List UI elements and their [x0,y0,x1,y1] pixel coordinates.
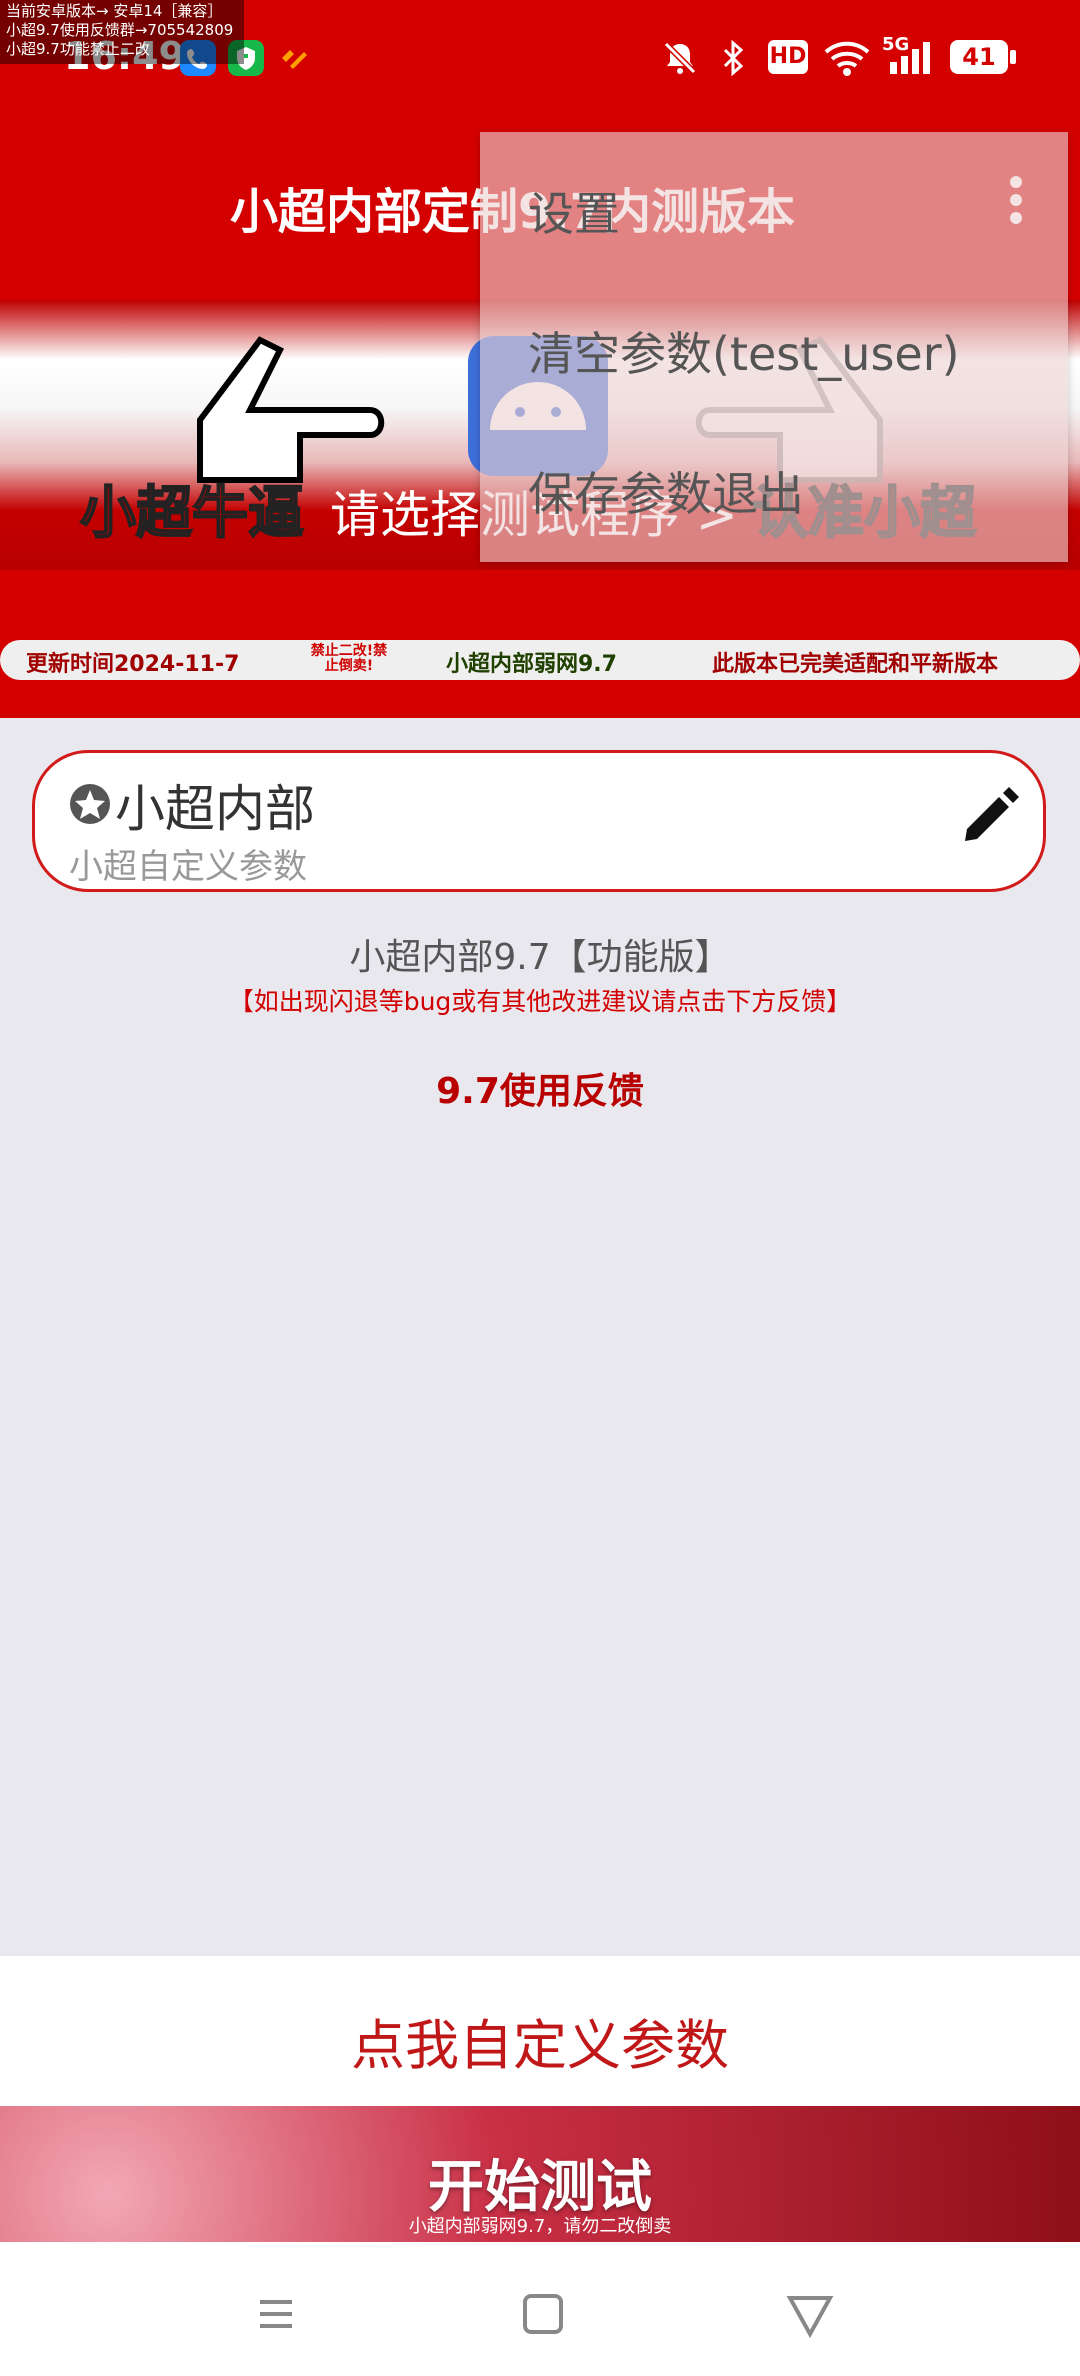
home-nav-icon[interactable] [513,2284,573,2344]
custom-params-button[interactable]: 点我自定义参数 [0,2001,1080,2080]
hd-badge: HD [768,40,808,74]
version-text: 小超内部9.7【功能版】 [349,937,731,978]
battery-level: 41 [962,43,996,71]
wifi-icon [824,41,870,76]
ticker-update-date: 更新时间2024-11-7 [26,652,240,677]
custom-params-bar[interactable]: 点我自定义参数 [0,1956,1080,2106]
bluetooth-icon [723,39,744,77]
status-bar: 16:49 当前安卓版本→ 安卓14［兼容］ 小超9.7使用反馈群→705542… [0,0,1080,100]
notice-line: 小超9.7使用反馈群→705542809 [6,21,234,39]
pointing-hand-right-icon [197,336,385,483]
param-title: 小超内部 [115,780,315,838]
menu-item-settings[interactable]: 设置 [528,178,620,244]
system-nav-bar [0,2242,1080,2376]
back-nav-icon[interactable] [780,2284,840,2344]
menu-item-clear-params[interactable]: 清空参数(test_user) [528,318,960,384]
menu-nav-icon[interactable] [246,2284,306,2344]
start-test-bar[interactable]: 开始测试 小超内部弱网9.7，请勿二改倒卖 [0,2106,1080,2242]
banner-ticker: 更新时间2024-11-7 禁止二改!禁止倒卖! 小超内部弱网9.7 此版本已完… [0,640,1080,680]
battery-icon: 41 [950,40,1008,74]
health-app-icon [276,40,312,76]
overflow-menu: 设置 清空参数(test_user) 保存参数退出 [480,132,1068,562]
banner-left-text: 小超牛逼 [80,481,304,546]
ticker-forbid: 禁止二改!禁止倒卖! [310,643,388,674]
ticker-name: 小超内部弱网9.7 [446,652,617,677]
menu-item-save-exit[interactable]: 保存参数退出 [528,458,804,524]
param-card[interactable]: 小超内部 小超自定义参数 [32,750,1046,892]
battery-tip [1010,50,1016,64]
param-subtitle: 小超自定义参数 [69,847,307,887]
star-icon [70,784,110,824]
overlay-notice: 当前安卓版本→ 安卓14［兼容］ 小超9.7使用反馈群→705542809 小超… [0,0,244,64]
ticker-adapt: 此版本已完美适配和平新版本 [712,652,999,677]
signal-icon [890,42,930,74]
notice-line: 小超9.7功能禁止二改 [6,40,150,58]
edit-icon[interactable] [955,781,1025,851]
feedback-link[interactable]: 9.7使用反馈 [0,1062,1080,1114]
start-test-subtitle: 小超内部弱网9.7，请勿二改倒卖 [408,2216,672,2237]
mute-bell-icon [663,41,697,75]
start-test-button[interactable]: 开始测试 [0,2142,1080,2223]
notice-line: 当前安卓版本→ 安卓14［兼容］ [6,2,223,20]
notice-text: 【如出现闪退等bug或有其他改进建议请点击下方反馈】 [228,987,852,1016]
